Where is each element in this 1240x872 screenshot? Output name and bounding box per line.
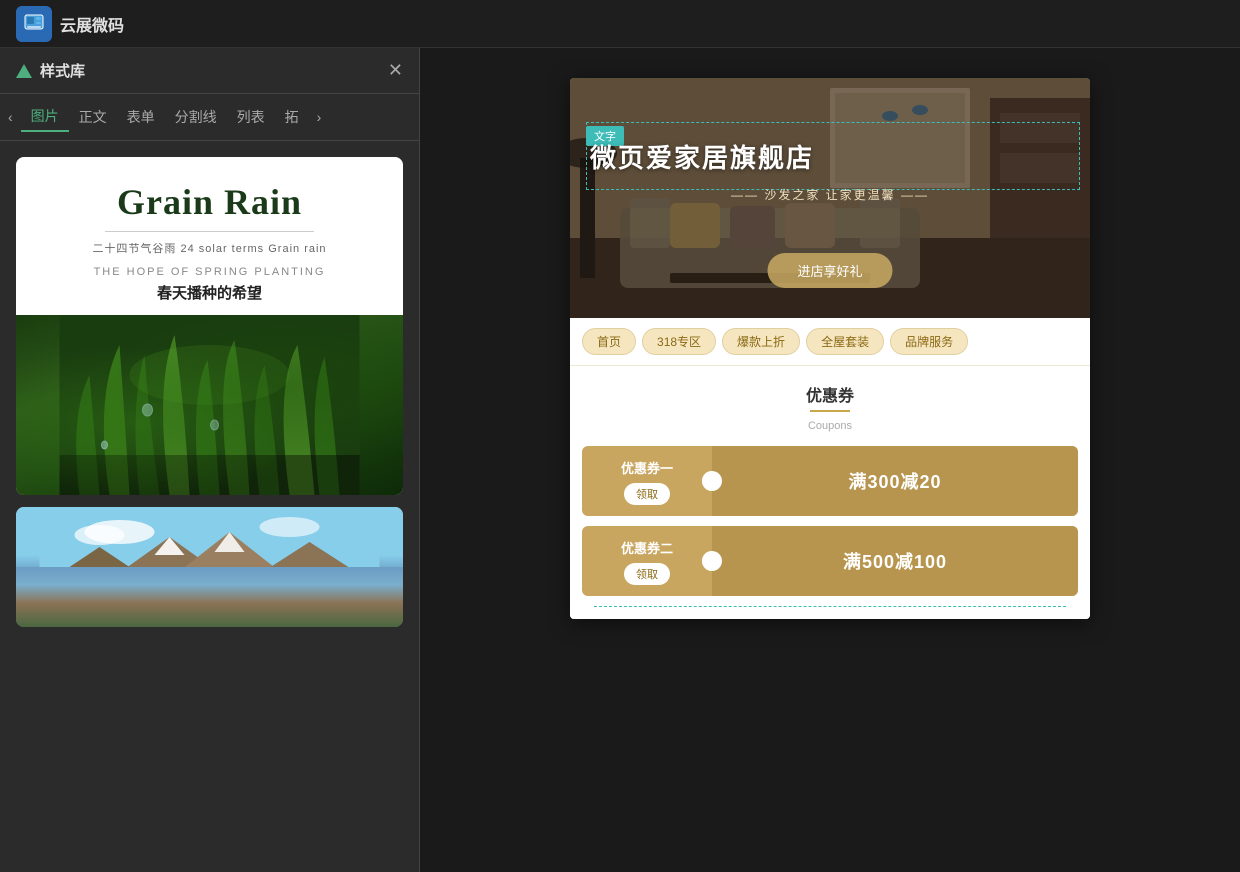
nav-tab-hot[interactable]: 爆款上折 [722, 328, 800, 355]
grain-rain-cn: 春天播种的希望 [36, 282, 383, 303]
coupons-section: 优惠券 Coupons 优惠券一 领取 满300减20 优惠券二 [570, 366, 1090, 619]
tab-arrow-left[interactable]: ‹ [0, 105, 21, 129]
nav-tab-fullset[interactable]: 全屋套装 [806, 328, 884, 355]
grass-svg [16, 315, 403, 495]
nav-tab-318[interactable]: 318专区 [642, 328, 716, 355]
section-title: 优惠券 [582, 382, 1078, 412]
left-panel: 样式库 ✕ ‹ 图片 正文 表单 分割线 列表 拓 › Grain Rain 二… [0, 48, 420, 872]
tab-images[interactable]: 图片 [21, 102, 69, 132]
main-content: 样式库 ✕ ‹ 图片 正文 表单 分割线 列表 拓 › Grain Rain 二… [0, 48, 1240, 872]
triangle-icon [16, 64, 32, 78]
section-subtitle: Coupons [582, 420, 1078, 432]
card-green-bg [16, 315, 403, 495]
logo-icon [16, 6, 52, 42]
grain-rain-title: Grain Rain [36, 181, 383, 223]
coupon-get-btn-1[interactable]: 领取 [624, 483, 670, 505]
card-grain-rain-image [16, 315, 403, 495]
card-mountain-lake-image [16, 507, 403, 627]
coupon-get-btn-2[interactable]: 领取 [624, 563, 670, 585]
coupon-card-1: 优惠券一 领取 满300减20 [582, 446, 1078, 516]
card-grain-rain[interactable]: Grain Rain 二十四节气谷雨 24 solar terms Grain … [16, 157, 403, 495]
panel-title-area: 样式库 [16, 60, 85, 81]
close-button[interactable]: ✕ [388, 60, 403, 81]
nav-tab-brand[interactable]: 品牌服务 [890, 328, 968, 355]
logo-text: 云展微码 [60, 12, 124, 36]
tab-divider[interactable]: 分割线 [165, 103, 227, 131]
tab-text[interactable]: 正文 [69, 103, 117, 131]
coupon-left-1: 优惠券一 领取 [582, 446, 712, 516]
panel-header: 样式库 ✕ [0, 48, 419, 94]
mountain-svg [16, 507, 403, 627]
tab-arrow-right[interactable]: › [309, 105, 330, 129]
bottom-dashed-line [594, 606, 1066, 607]
tab-form[interactable]: 表单 [117, 103, 165, 131]
card-mountain-lake[interactable] [16, 507, 403, 627]
coupon-left-2: 优惠券二 领取 [582, 526, 712, 596]
grain-rain-subtitle: 二十四节气谷雨 24 solar terms Grain rain [36, 240, 383, 256]
topbar: 云展微码 [0, 0, 1240, 48]
coupon-amount-1: 满300减20 [848, 468, 941, 494]
phone-frame: 文字 微页爱家居旗舰店 —— 沙发之家 让家更温馨 —— 进店享好礼 首页 31… [570, 78, 1090, 619]
tab-list[interactable]: 列表 [227, 103, 275, 131]
card-grain-rain-inner: Grain Rain 二十四节气谷雨 24 solar terms Grain … [16, 157, 403, 303]
hero-button[interactable]: 进店享好礼 [767, 253, 892, 288]
tab-more[interactable]: 拓 [275, 103, 309, 131]
grain-rain-divider [105, 231, 313, 232]
nav-tabs-row: 首页 318专区 爆款上折 全屋套装 品牌服务 [570, 318, 1090, 366]
hero-banner: 文字 微页爱家居旗舰店 —— 沙发之家 让家更温馨 —— 进店享好礼 [570, 78, 1090, 318]
tabs-bar: ‹ 图片 正文 表单 分割线 列表 拓 › [0, 94, 419, 141]
panel-title: 样式库 [40, 60, 85, 81]
hero-subtitle: —— 沙发之家 让家更温馨 —— [570, 186, 1090, 203]
coupon-amount-2: 满500减100 [843, 548, 947, 574]
coupon-right-1: 满300减20 [712, 446, 1078, 516]
coupon-right-2: 满500减100 [712, 526, 1078, 596]
hero-title: 微页爱家居旗舰店 [590, 138, 1070, 175]
logo-area: 云展微码 [16, 6, 124, 42]
coupon-card-2: 优惠券二 领取 满500减100 [582, 526, 1078, 596]
cards-area: Grain Rain 二十四节气谷雨 24 solar terms Grain … [0, 141, 419, 872]
coupon-name-1: 优惠券一 [621, 458, 673, 477]
coupon-name-2: 优惠券二 [621, 538, 673, 557]
right-panel: 文字 微页爱家居旗舰店 —— 沙发之家 让家更温馨 —— 进店享好礼 首页 31… [420, 48, 1240, 872]
grain-rain-sub2: THE HOPE OF SPRING PLANTING [36, 266, 383, 278]
nav-tab-home[interactable]: 首页 [582, 328, 636, 355]
